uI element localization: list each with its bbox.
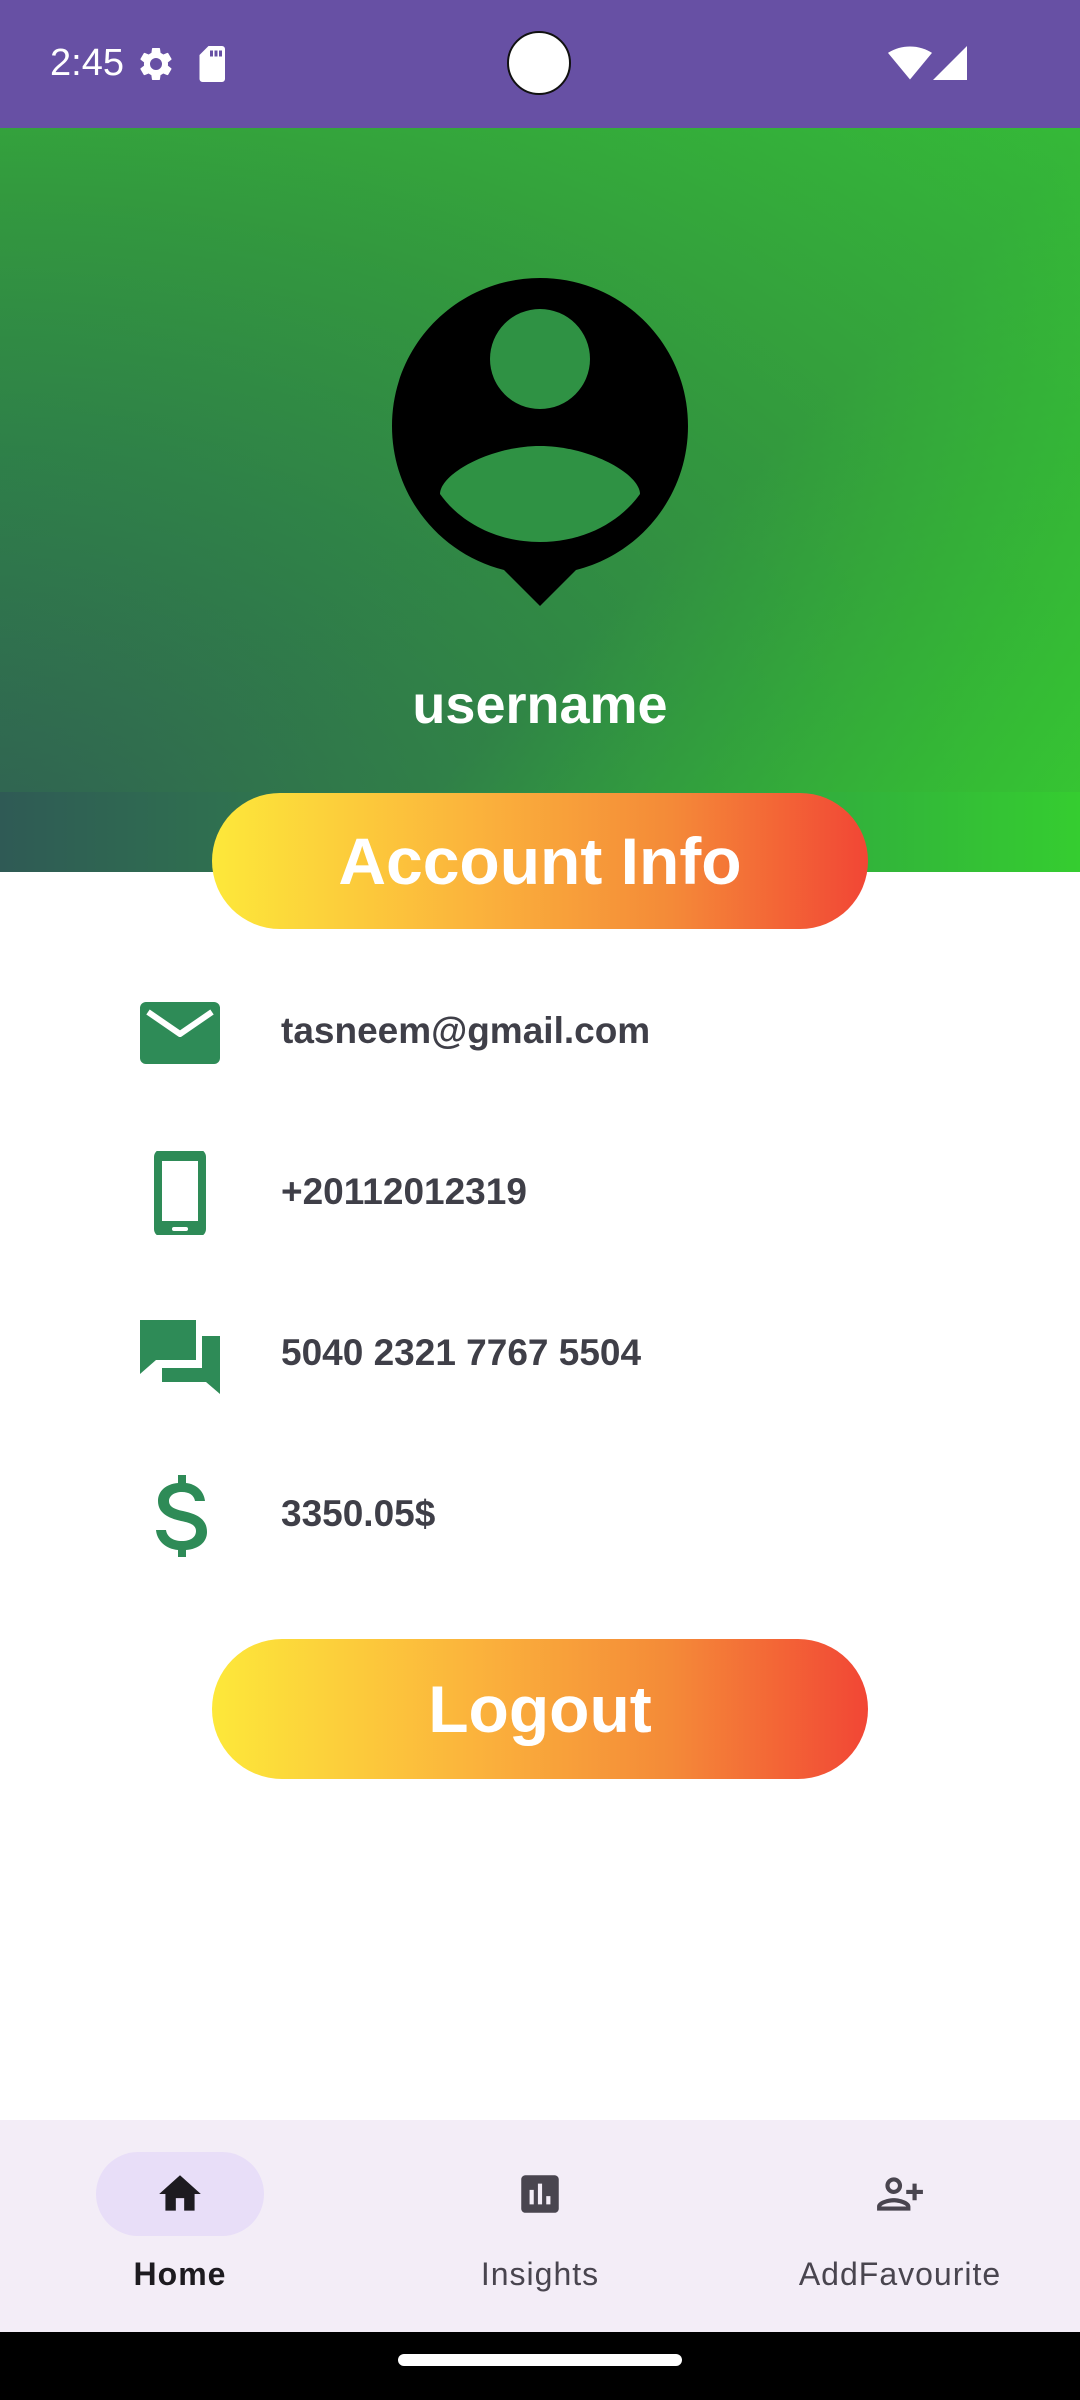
dollar-icon bbox=[156, 1475, 207, 1557]
status-time: 2:45 bbox=[50, 42, 124, 84]
cell-signal-icon bbox=[933, 46, 967, 80]
nav-item-insights[interactable]: Insights bbox=[360, 2120, 720, 2332]
card-number-value: 5040 2321 7767 5504 bbox=[281, 1332, 642, 1373]
phone-icon bbox=[154, 1151, 206, 1235]
email-row: tasneem@gmail.com bbox=[0, 980, 1080, 1080]
nav-label-insights: Insights bbox=[480, 2256, 600, 2292]
username-label: username bbox=[412, 675, 668, 735]
card-row: 5040 2321 7767 5504 bbox=[0, 1302, 1080, 1402]
gesture-navigation-area bbox=[0, 2332, 1080, 2400]
home-gesture-handle[interactable] bbox=[398, 2354, 682, 2366]
email-icon bbox=[140, 1002, 220, 1064]
phone-value: +20112012319 bbox=[281, 1171, 527, 1212]
nav-label-home: Home bbox=[133, 2256, 227, 2292]
status-bar: 2:45 bbox=[0, 0, 1080, 128]
account-pin-icon bbox=[392, 278, 688, 606]
add-person-icon bbox=[877, 2177, 923, 2211]
nav-item-home[interactable]: Home bbox=[0, 2120, 360, 2332]
balance-row: 3350.05$ bbox=[0, 1463, 1080, 1563]
camera-cutout bbox=[507, 31, 571, 95]
wifi-icon bbox=[888, 46, 932, 80]
logout-button[interactable]: Logout bbox=[212, 1639, 868, 1779]
phone-row: +20112012319 bbox=[0, 1141, 1080, 1241]
balance-value: 3350.05$ bbox=[281, 1493, 436, 1534]
bottom-navigation: Home Insights AddFavourite bbox=[0, 2120, 1080, 2332]
nav-label-addfavourite: AddFavourite bbox=[798, 2256, 1002, 2292]
email-value: tasneem@gmail.com bbox=[281, 1010, 651, 1051]
sd-card-icon bbox=[199, 46, 225, 82]
insights-icon bbox=[521, 2175, 559, 2213]
nav-item-addfavourite[interactable]: AddFavourite bbox=[720, 2120, 1080, 2332]
profile-screen: 2:45 username Account Info tasneem@gmail… bbox=[0, 0, 1080, 2400]
chat-icon bbox=[140, 1320, 220, 1394]
settings-gear-icon bbox=[140, 47, 172, 80]
home-icon bbox=[159, 2175, 201, 2211]
account-info-banner: Account Info bbox=[212, 793, 868, 929]
